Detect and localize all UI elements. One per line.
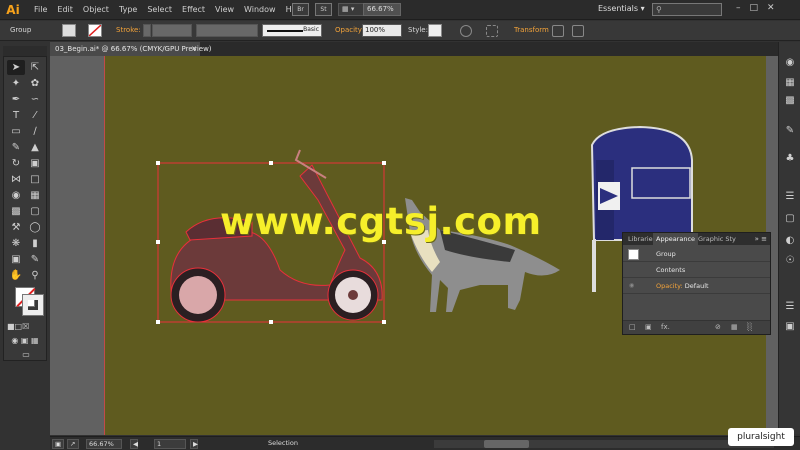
watermark-text: www.cgtsj.com bbox=[220, 200, 542, 243]
pluralsight-logo: pluralsight bbox=[728, 428, 794, 446]
symbols-icon[interactable]: ♣ bbox=[783, 152, 797, 166]
brushes-icon[interactable]: ✎ bbox=[783, 124, 797, 138]
handle-top-left[interactable] bbox=[156, 161, 160, 165]
clear-appearance-icon[interactable]: ⊘ bbox=[715, 323, 721, 331]
row-label-group: Group bbox=[656, 250, 676, 258]
color-panel-icon[interactable]: ◉ bbox=[783, 56, 797, 70]
visibility-eye-icon[interactable]: ◉ bbox=[629, 282, 634, 289]
layers-icon[interactable]: ☰ bbox=[783, 300, 797, 314]
horizontal-scrollbar[interactable] bbox=[434, 440, 774, 448]
appearance-panel: Libraries Appearance Graphic Sty » ≡ Gro… bbox=[622, 232, 771, 335]
opacity-panel-link[interactable]: Opacity: bbox=[656, 282, 683, 290]
add-stroke-icon[interactable]: □ bbox=[629, 323, 636, 331]
current-tool-status[interactable]: Selection bbox=[268, 439, 298, 447]
row-label-opacity: Opacity: Default bbox=[656, 282, 709, 290]
appearance-panel-icon[interactable]: ☉ bbox=[783, 254, 797, 268]
opacity-panel-value: Default bbox=[684, 282, 709, 290]
artboard-number-field[interactable]: 1 bbox=[154, 439, 186, 449]
stroke-panel-icon[interactable]: ☰ bbox=[783, 190, 797, 204]
transparency-icon[interactable]: ◐ bbox=[783, 234, 797, 248]
share-icon[interactable]: ↗ bbox=[67, 439, 79, 449]
status-zoom-field[interactable]: 66.67% bbox=[86, 439, 122, 449]
gradient-panel-icon[interactable]: ▢ bbox=[783, 212, 797, 226]
add-effect-button[interactable]: fx. bbox=[661, 323, 670, 331]
add-fill-icon[interactable]: ▣ bbox=[645, 323, 652, 331]
appearance-row-opacity[interactable]: ◉ Opacity: Default bbox=[623, 279, 770, 294]
appearance-row-contents[interactable]: Contents bbox=[623, 263, 770, 278]
handle-bottom-right[interactable] bbox=[382, 320, 386, 324]
panel-footer: □ ▣ fx. ⊘ ▦ ░ bbox=[623, 320, 770, 334]
next-artboard-button[interactable]: ▶ bbox=[190, 439, 198, 449]
appearance-row-group[interactable]: Group bbox=[623, 247, 770, 262]
handle-bottom-left[interactable] bbox=[156, 320, 160, 324]
swatches-icon[interactable]: ▩ bbox=[783, 94, 797, 108]
handle-bottom-center[interactable] bbox=[269, 320, 273, 324]
delete-item-icon[interactable]: ░ bbox=[747, 323, 752, 331]
status-bar: ▣ ↗ 66.67% ◀ 1 ▶ Selection bbox=[50, 436, 800, 450]
handle-top-right[interactable] bbox=[382, 161, 386, 165]
tab-appearance[interactable]: Appearance bbox=[653, 233, 699, 245]
first-artboard-button[interactable]: ◀ bbox=[130, 439, 138, 449]
view-icon[interactable]: ▣ bbox=[52, 439, 64, 449]
artboards-icon[interactable]: ▣ bbox=[783, 320, 797, 334]
handle-top-center[interactable] bbox=[269, 161, 273, 165]
panel-dock: ◉ ▦ ▩ ✎ ♣ ☰ ▢ ◐ ☉ ☰ ▣ bbox=[778, 42, 800, 434]
row-label-contents: Contents bbox=[656, 266, 686, 274]
color-guide-icon[interactable]: ▦ bbox=[783, 76, 797, 90]
panel-tabs: Libraries Appearance Graphic Sty » ≡ bbox=[623, 233, 770, 245]
duplicate-item-icon[interactable]: ▦ bbox=[731, 323, 738, 331]
group-thumbnail bbox=[628, 249, 639, 260]
panel-flyout-icon[interactable]: » ≡ bbox=[755, 233, 767, 245]
scrollbar-thumb[interactable] bbox=[484, 440, 529, 448]
handle-middle-left[interactable] bbox=[156, 240, 160, 244]
tab-graphic-styles[interactable]: Graphic Sty bbox=[695, 233, 739, 245]
